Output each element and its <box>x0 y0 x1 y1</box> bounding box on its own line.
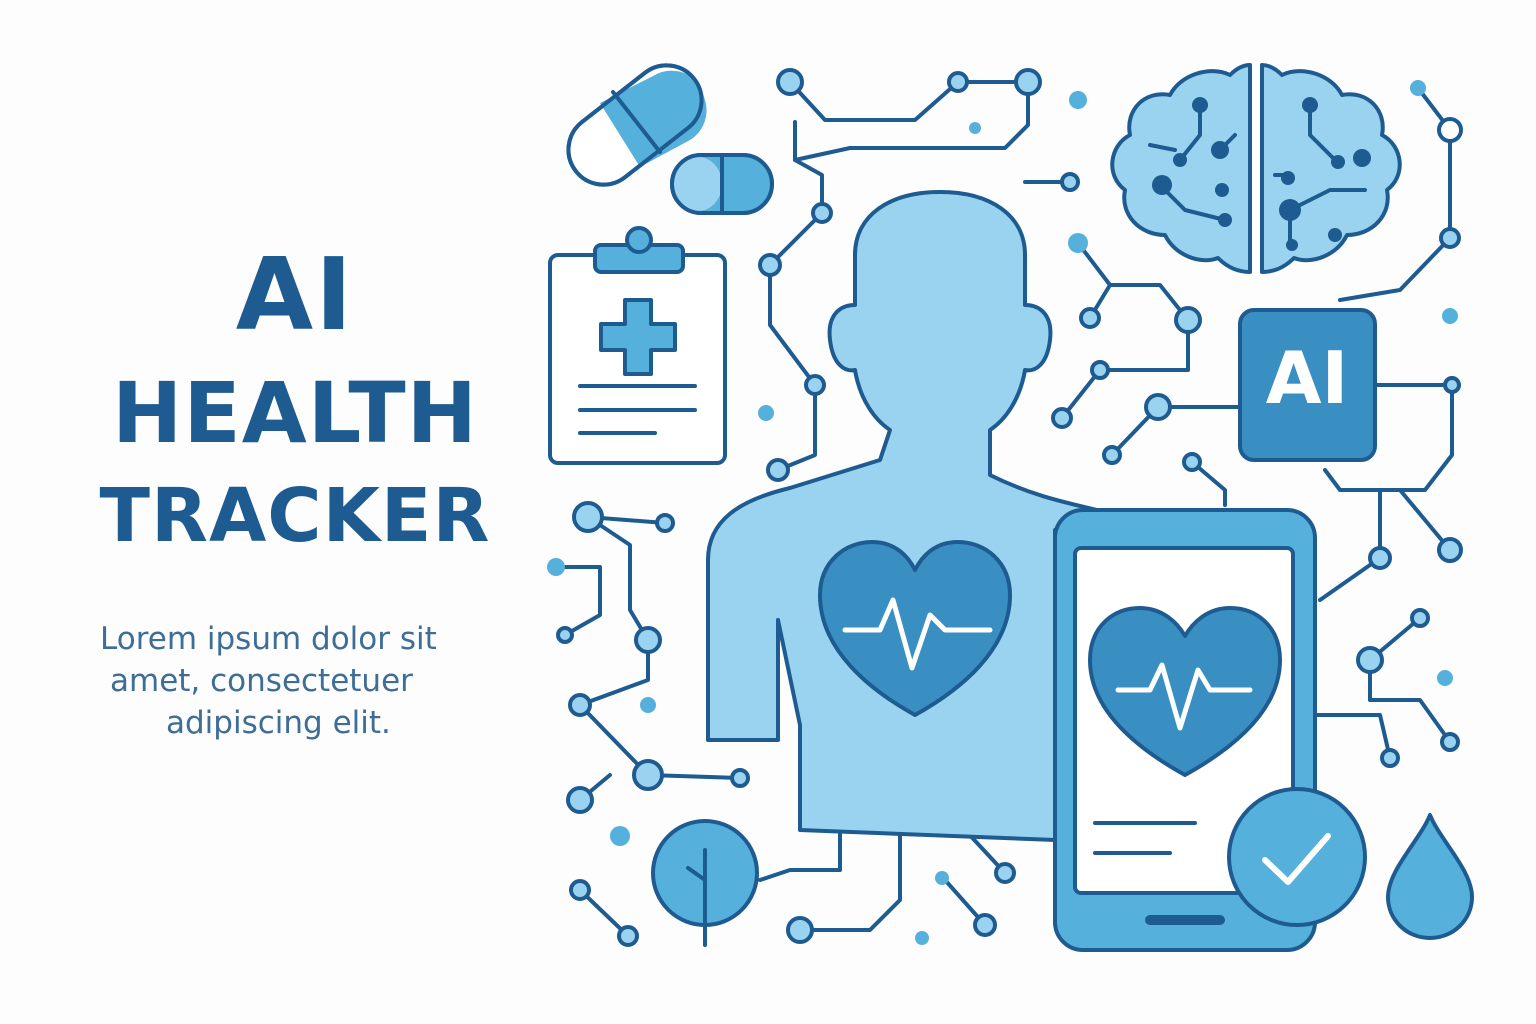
pill-icon <box>670 153 774 215</box>
clipboard-medical-icon <box>548 226 727 465</box>
ai-badge-label: AI <box>1266 336 1349 420</box>
illustration: AI <box>547 63 1474 952</box>
brain-circuit-icon <box>1110 63 1402 274</box>
leaf-icon <box>651 819 759 947</box>
checkmark-badge-icon <box>1227 787 1367 927</box>
water-drop-icon <box>1386 813 1474 940</box>
